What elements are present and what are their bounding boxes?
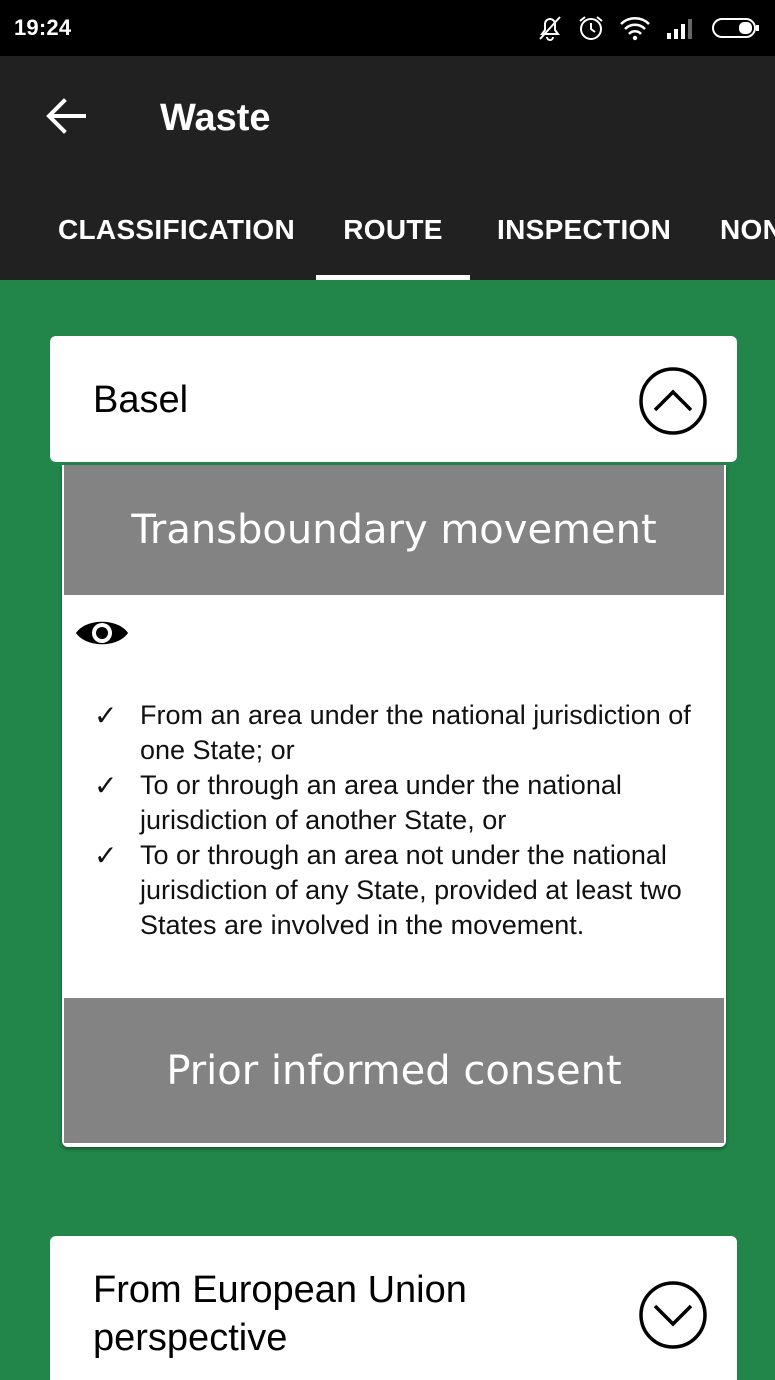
chevron-down-circle-icon[interactable] [638,1280,708,1350]
card-header-basel[interactable]: Basel [50,336,737,462]
card-title-eu: From European Union perspective [93,1269,467,1359]
list-item: ✓ To or through an area under the nation… [94,768,714,838]
back-button[interactable] [44,94,88,138]
check-icon: ✓ [94,700,118,731]
list-item-text: To or through an area under the national… [140,770,622,835]
section-heading-prior-consent[interactable]: Prior informed consent [64,998,724,1143]
eye-icon[interactable] [74,615,130,651]
section-heading-transboundary[interactable]: Transboundary movement [64,465,724,595]
tab-non[interactable]: NON [720,180,775,280]
list-item: ✓ To or through an area not under the na… [94,838,714,943]
card-panel-basel: Transboundary movement ✓ From an area un… [62,465,726,1147]
tab-route[interactable]: ROUTE [316,180,470,280]
wifi-icon [619,15,651,41]
battery-icon [711,16,761,40]
page-title: Waste [160,97,271,139]
status-time: 19:24 [14,15,72,40]
status-bar: 19:24 [0,0,775,56]
tab-inspection[interactable]: INSPECTION [497,180,671,280]
list-item-text: To or through an area not under the nati… [140,840,682,940]
card-title-basel: Basel [93,379,189,421]
card-header-eu[interactable]: From European Union perspective [50,1236,737,1380]
list-item: ✓ From an area under the national jurisd… [94,698,714,768]
list-item-text: From an area under the national jurisdic… [140,700,691,765]
tab-bar: CLASSIFICATION ROUTE INSPECTION NON [0,180,775,280]
tab-classification[interactable]: CLASSIFICATION [58,180,295,280]
check-icon: ✓ [94,770,118,801]
signal-icon [665,17,697,39]
app-bar: Waste [0,56,775,180]
silent-bell-icon [537,14,563,42]
alarm-icon [577,14,605,42]
chevron-up-circle-icon[interactable] [638,366,708,436]
criteria-list: ✓ From an area under the national jurisd… [94,698,714,943]
check-icon: ✓ [94,840,118,871]
status-icons [537,14,761,42]
back-arrow-icon [46,98,86,134]
